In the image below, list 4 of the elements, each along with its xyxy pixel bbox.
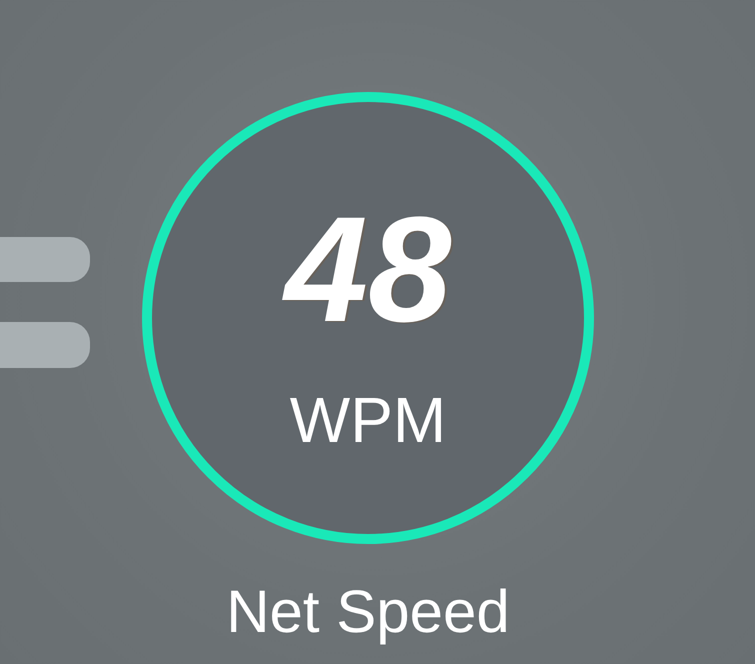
speed-unit: WPM xyxy=(290,388,446,452)
speed-value: 48 xyxy=(284,194,452,344)
speed-label: Net Speed xyxy=(226,582,510,642)
bars-icon xyxy=(0,237,90,368)
